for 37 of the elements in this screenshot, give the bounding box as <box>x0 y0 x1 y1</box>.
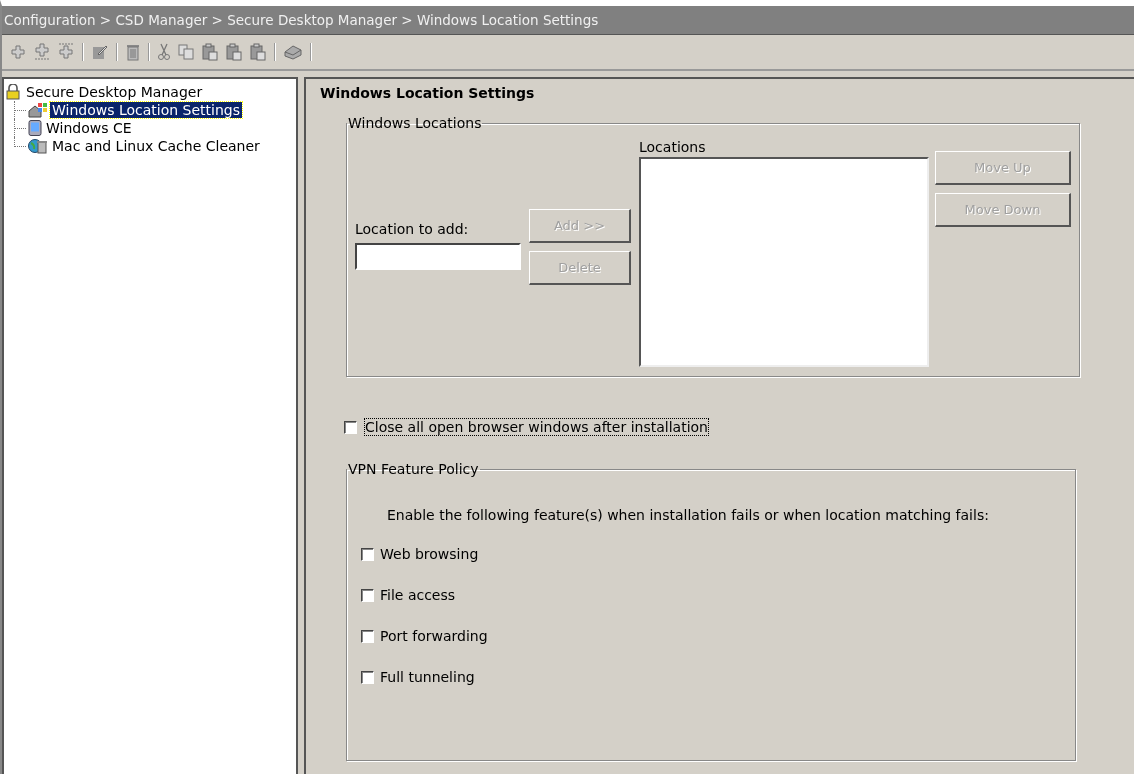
breadcrumb: Configuration > CSD Manager > Secure Desktop Manager > Windows Location Settings <box>4 12 599 28</box>
scissors-icon[interactable] <box>158 43 170 61</box>
add-icon[interactable] <box>10 44 26 60</box>
padlock-icon <box>6 84 20 100</box>
checkbox[interactable] <box>344 420 357 434</box>
tree-item[interactable]: Secure Desktop Manager <box>24 84 205 100</box>
tree-item[interactable]: Windows CE <box>44 120 134 136</box>
insert-icon[interactable] <box>58 43 74 61</box>
checkbox-label: File access <box>380 587 456 603</box>
panel-title: Windows Location Settings <box>320 85 536 101</box>
tree-item[interactable]: Windows Location Settings <box>50 102 243 118</box>
group-legend: Windows Locations <box>347 115 483 131</box>
list-label: Locations <box>639 139 707 155</box>
tree-item[interactable]: Mac and Linux Cache Cleaner <box>50 138 262 154</box>
globe-bin-icon <box>28 138 48 154</box>
checkbox[interactable] <box>361 547 374 561</box>
group-legend: VPN Feature Policy <box>347 461 480 477</box>
policy-description: Enable the following feature(s) when installation fails or when location matching fails: <box>387 507 990 523</box>
house-icon <box>28 102 48 118</box>
trash-icon[interactable] <box>126 43 140 61</box>
checkbox[interactable] <box>361 588 374 602</box>
checkbox-label: Web browsing <box>380 546 479 562</box>
edit-icon[interactable] <box>92 44 108 60</box>
paste-icon[interactable] <box>202 43 218 61</box>
copy-icon[interactable] <box>178 44 194 60</box>
checkbox-label: Full tunneling <box>380 669 475 685</box>
add-below-icon[interactable] <box>34 43 50 61</box>
checkbox-label: Port forwarding <box>380 628 488 644</box>
printer-icon[interactable] <box>284 44 302 60</box>
field-label: Location to add: <box>355 221 470 237</box>
handheld-icon <box>28 120 42 136</box>
paste-icon[interactable] <box>250 43 266 61</box>
checkbox-label: Close all open browser windows after installation <box>365 419 708 435</box>
paste-icon[interactable] <box>226 43 242 61</box>
checkbox[interactable] <box>361 629 374 643</box>
checkbox[interactable] <box>361 670 374 684</box>
location-input-field[interactable] <box>355 243 521 270</box>
